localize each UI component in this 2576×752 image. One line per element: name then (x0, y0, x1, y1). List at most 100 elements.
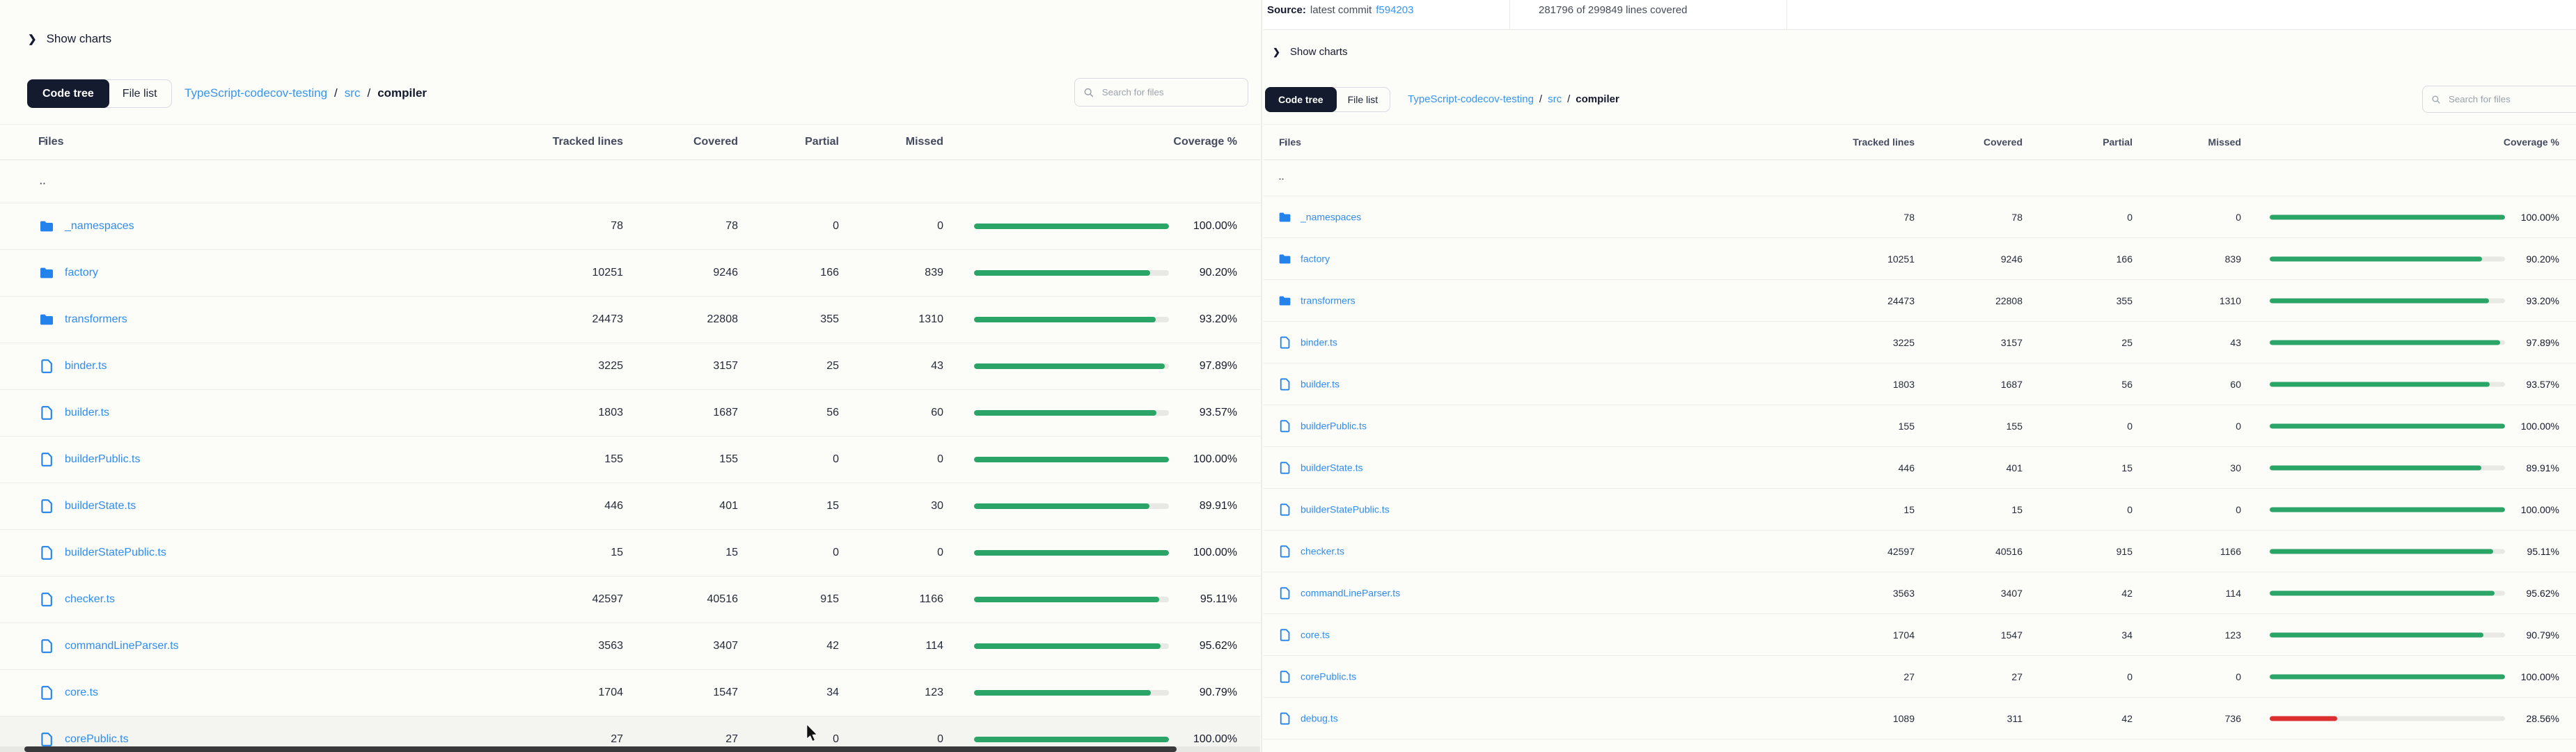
covered-cell: 155 (719, 453, 738, 466)
tracked-lines-cell: 1803 (1893, 379, 1915, 390)
file-row[interactable]: builderPublic.ts15515500100.00% (1264, 405, 2576, 447)
horizontal-scrollbar-thumb[interactable] (24, 746, 1177, 752)
column-coverage[interactable]: Coverage % (1173, 136, 1237, 148)
folder-link[interactable]: _namespaces (65, 220, 134, 233)
coverage-bar-fill (2270, 423, 2505, 428)
parent-directory-link[interactable]: .. (40, 175, 46, 186)
breadcrumb-src-link[interactable]: src (1548, 93, 1562, 105)
file-link[interactable]: builderState.ts (65, 500, 136, 512)
file-link[interactable]: binder.ts (65, 360, 107, 373)
show-charts-toggle[interactable]: ❯ Show charts (1273, 46, 1347, 58)
breadcrumb-src-link[interactable]: src (345, 86, 361, 100)
file-row[interactable]: builderStatePublic.ts151500100.00% (0, 530, 1260, 577)
file-link[interactable]: debug.ts (1301, 713, 1338, 724)
tab-file-list[interactable]: File list (1336, 88, 1390, 111)
tracked-lines-cell: 155 (604, 453, 623, 466)
file-row[interactable]: core.ts170415473412390.79% (0, 670, 1260, 716)
missed-cell: 114 (2226, 588, 2241, 599)
coverage-percent: 100.00% (1193, 733, 1237, 746)
file-icon (1278, 377, 1292, 391)
file-row[interactable]: checker.ts4259740516915116695.11% (1264, 531, 2576, 572)
file-link[interactable]: builder.ts (1301, 379, 1340, 390)
show-charts-toggle[interactable]: ❯ Show charts (28, 32, 111, 46)
folder-link[interactable]: factory (65, 267, 98, 279)
file-row[interactable]: binder.ts32253157254397.89% (0, 343, 1260, 390)
file-row[interactable]: corePublic.ts272700100.00% (1264, 656, 2576, 698)
breadcrumb-repo-link[interactable]: TypeScript-codecov-testing (184, 86, 327, 100)
folder-row[interactable]: transformers2447322808355131093.20% (1264, 280, 2576, 322)
missed-cell: 0 (2236, 212, 2241, 223)
file-row[interactable]: commandLineParser.ts356334074211495.62% (0, 623, 1260, 670)
file-link[interactable]: builderStatePublic.ts (1301, 504, 1390, 515)
folder-row[interactable]: _namespaces787800100.00% (0, 203, 1260, 250)
column-missed[interactable]: Missed (2208, 136, 2241, 148)
folder-row[interactable]: _namespaces787800100.00% (1264, 196, 2576, 238)
column-coverage[interactable]: Coverage % (2504, 136, 2559, 148)
column-partial[interactable]: Partial (2103, 136, 2133, 148)
file-row[interactable]: builderState.ts446401153089.91% (1264, 447, 2576, 489)
file-row[interactable]: core.ts170415473412390.79% (1264, 614, 2576, 656)
tracked-lines-cell: 78 (611, 220, 623, 233)
covered-cell: 9246 (713, 267, 738, 279)
tab-code-tree[interactable]: Code tree (1265, 87, 1337, 112)
file-link[interactable]: builderPublic.ts (65, 453, 141, 466)
tracked-lines-cell: 42597 (592, 593, 624, 606)
file-link[interactable]: core.ts (1301, 629, 1330, 641)
file-row[interactable]: builderState.ts446401153089.91% (0, 483, 1260, 530)
file-link[interactable]: builder.ts (65, 407, 109, 419)
file-link[interactable]: corePublic.ts (1301, 671, 1356, 682)
file-icon (38, 498, 55, 515)
column-covered[interactable]: Covered (1984, 136, 2023, 148)
search-input[interactable] (1101, 86, 1239, 98)
column-covered[interactable]: Covered (693, 136, 738, 148)
file-link[interactable]: corePublic.ts (65, 733, 129, 746)
coverage-bar (974, 224, 1169, 229)
parent-directory-link[interactable]: .. (1279, 173, 1285, 182)
covered-cell: 3407 (2001, 588, 2023, 599)
file-link[interactable]: commandLineParser.ts (65, 640, 179, 652)
tab-file-list[interactable]: File list (109, 80, 171, 107)
file-link[interactable]: binder.ts (1301, 337, 1337, 348)
folder-link[interactable]: transformers (65, 313, 127, 326)
folder-row[interactable]: factory10251924616683990.20% (1264, 238, 2576, 280)
horizontal-scrollbar-track[interactable] (0, 746, 1260, 752)
column-missed[interactable]: Missed (906, 136, 943, 148)
file-row[interactable]: builder.ts18031687566093.57% (0, 390, 1260, 437)
file-row[interactable]: commandLineParser.ts356334074211495.62% (1264, 572, 2576, 614)
tab-code-tree[interactable]: Code tree (27, 79, 109, 108)
file-link[interactable]: checker.ts (65, 593, 115, 606)
folder-link[interactable]: _namespaces (1301, 212, 1361, 223)
file-row[interactable]: checker.ts4259740516915116695.11% (0, 577, 1260, 623)
file-link[interactable]: builderPublic.ts (1301, 421, 1367, 432)
file-link[interactable]: core.ts (65, 687, 98, 699)
file-row[interactable]: builderStatePublic.ts151500100.00% (1264, 489, 2576, 531)
covered-cell: 27 (725, 733, 738, 746)
search-input[interactable] (2447, 93, 2576, 105)
partial-cell: 25 (2121, 337, 2133, 348)
file-row[interactable]: debug.ts10893114273628.56% (1264, 698, 2576, 739)
breadcrumb-repo-link[interactable]: TypeScript-codecov-testing (1408, 93, 1534, 105)
coverage-bar (2270, 214, 2505, 219)
folder-row[interactable]: transformers2447322808355131093.20% (0, 297, 1260, 343)
file-row[interactable]: builderPublic.ts15515500100.00% (0, 437, 1260, 483)
folder-link[interactable]: factory (1301, 253, 1330, 265)
coverage-bar-fill (2270, 465, 2481, 470)
file-link[interactable]: commandLineParser.ts (1301, 588, 1400, 599)
folder-link[interactable]: transformers (1301, 295, 1356, 306)
column-partial[interactable]: Partial (805, 136, 839, 148)
commit-link[interactable]: f594203 (1376, 4, 1413, 16)
folder-row[interactable]: factory10251924616683990.20% (0, 250, 1260, 297)
parent-directory-row[interactable]: .. (1264, 159, 2576, 196)
file-link[interactable]: checker.ts (1301, 546, 1344, 557)
coverage-percent: 93.20% (1200, 313, 1237, 326)
breadcrumb: TypeScript-codecov-testing / src / compi… (184, 79, 427, 107)
parent-directory-row[interactable]: .. (0, 159, 1260, 203)
file-row[interactable]: builder.ts18031687566093.57% (1264, 363, 2576, 405)
column-tracked-lines[interactable]: Tracked lines (553, 136, 623, 148)
coverage-bar (2270, 716, 2505, 721)
column-tracked-lines[interactable]: Tracked lines (1853, 136, 1915, 148)
file-link[interactable]: builderState.ts (1301, 462, 1363, 473)
file-link[interactable]: builderStatePublic.ts (65, 547, 166, 559)
source-bar-divider (1509, 0, 1510, 29)
file-row[interactable]: binder.ts32253157254397.89% (1264, 322, 2576, 363)
